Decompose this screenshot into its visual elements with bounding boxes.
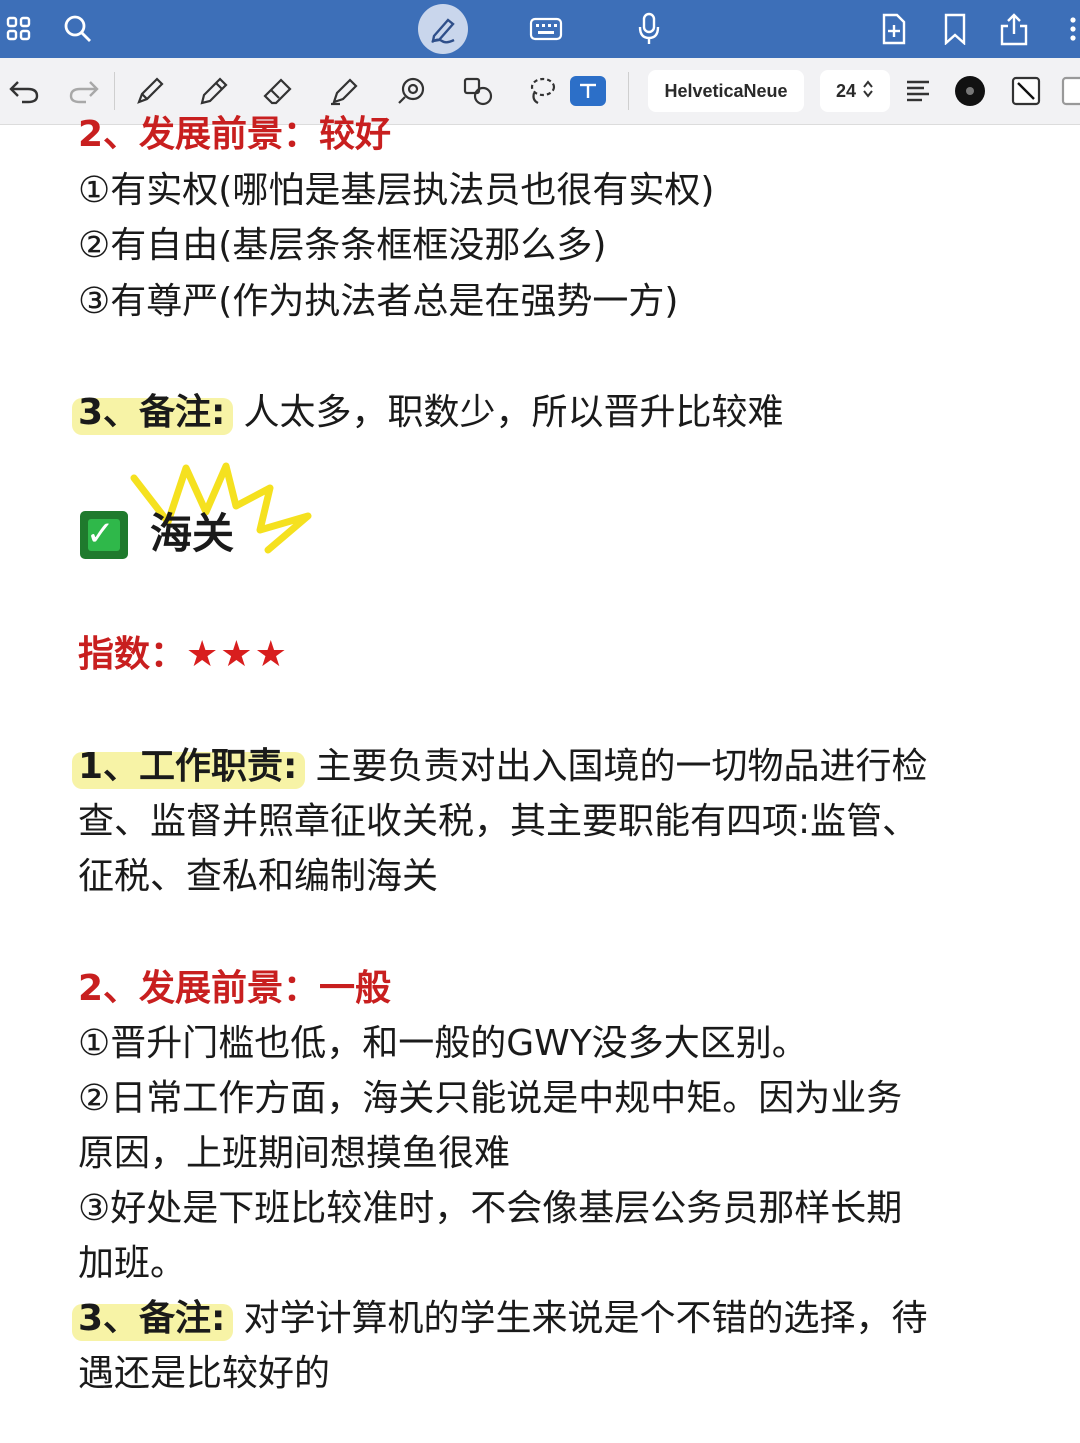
duty-row: 1、工作职责: 主要负责对出入国境的一切物品进行检: [72, 744, 928, 790]
duty-text: 主要负责对出入国境的一切物品进行检: [315, 746, 928, 787]
list-item-continuation: 加班。: [78, 1243, 187, 1284]
list-item: ①晋升门槛也低，和一般的GWY没多大区别。: [78, 1023, 808, 1064]
note-page[interactable]: 2、发展前景：较好 ①有实权(哪怕是基层执法员也很有实权) ②有自由(基层条条框…: [0, 114, 1080, 1443]
font-size-value: 24: [835, 80, 857, 101]
note-text: 对学计算机的学生来说是个不错的选择，待: [243, 1298, 928, 1339]
search-icon[interactable]: [60, 0, 96, 58]
highlighted-label: 3、备注:: [72, 1298, 234, 1341]
font-size-stepper[interactable]: 24: [820, 70, 890, 112]
note-text: 人太多，职数少，所以晋升比较难: [243, 392, 784, 433]
duty-text-line: 查、监督并照章征收关税，其主要职能有四项:监管、: [78, 801, 919, 842]
divider: [628, 72, 629, 110]
section-heading: 2、发展前景：一般: [78, 968, 392, 1009]
list-item: ②日常工作方面，海关只能说是中规中矩。因为业务: [78, 1078, 903, 1119]
add-page-icon[interactable]: [878, 0, 910, 58]
element-tool-icon[interactable]: [456, 58, 500, 124]
shape-tool-icon[interactable]: [390, 58, 434, 124]
more-tools-icon[interactable]: [1060, 58, 1080, 124]
bookmark-icon[interactable]: [940, 0, 970, 58]
pen-mode-button[interactable]: [418, 0, 468, 58]
note-text-line: 遇还是比较好的: [78, 1353, 331, 1394]
rating-stars: ★★★: [186, 634, 289, 675]
list-item: ③好处是下班比较准时，不会像基层公务员那样长期: [78, 1188, 903, 1229]
customs-title: 海关: [150, 509, 235, 558]
index-label: 指数：: [78, 634, 187, 675]
grid-icon[interactable]: [2, 0, 36, 58]
keyboard-icon[interactable]: [526, 0, 566, 58]
background-color-icon[interactable]: [1006, 58, 1046, 124]
font-family-selector[interactable]: HelveticaNeue: [648, 70, 804, 112]
check-mark-icon: ✓: [86, 514, 115, 554]
top-app-bar: [0, 0, 1080, 58]
divider: [114, 72, 115, 110]
section-heading: 2、发展前景：较好: [78, 114, 392, 155]
undo-icon[interactable]: [4, 58, 44, 124]
pen-mode-icon: [418, 4, 468, 54]
list-item: ②有自由(基层条条框框没那么多): [78, 225, 607, 266]
list-item: ①有实权(哪怕是基层执法员也很有实权): [78, 170, 715, 211]
text-tool-icon: [570, 76, 606, 106]
microphone-icon[interactable]: [634, 0, 664, 58]
text-tool-button[interactable]: [568, 58, 608, 124]
duty-text-line: 征税、查私和编制海关: [78, 856, 439, 897]
index-row: 指数：★★★: [78, 632, 289, 678]
stepper-chevrons-icon: [862, 79, 874, 104]
note-row: 3、备注: 人太多，职数少，所以晋升比较难: [72, 390, 784, 436]
highlighted-label: 3、备注:: [72, 392, 234, 435]
color-picker-icon[interactable]: [950, 58, 990, 124]
font-family-label: HelveticaNeue: [664, 80, 788, 101]
list-item: ③有尊严(作为执法者总是在强势一方): [78, 281, 679, 322]
share-icon[interactable]: [996, 0, 1032, 58]
lasso-icon[interactable]: [522, 58, 562, 124]
list-item-continuation: 原因，上班期间想摸鱼很难: [78, 1133, 511, 1174]
highlighted-label: 1、工作职责:: [72, 746, 306, 789]
note-row: 3、备注: 对学计算机的学生来说是个不错的选择，待: [72, 1296, 928, 1342]
align-text-icon[interactable]: [900, 58, 936, 124]
more-icon[interactable]: [1066, 0, 1080, 58]
